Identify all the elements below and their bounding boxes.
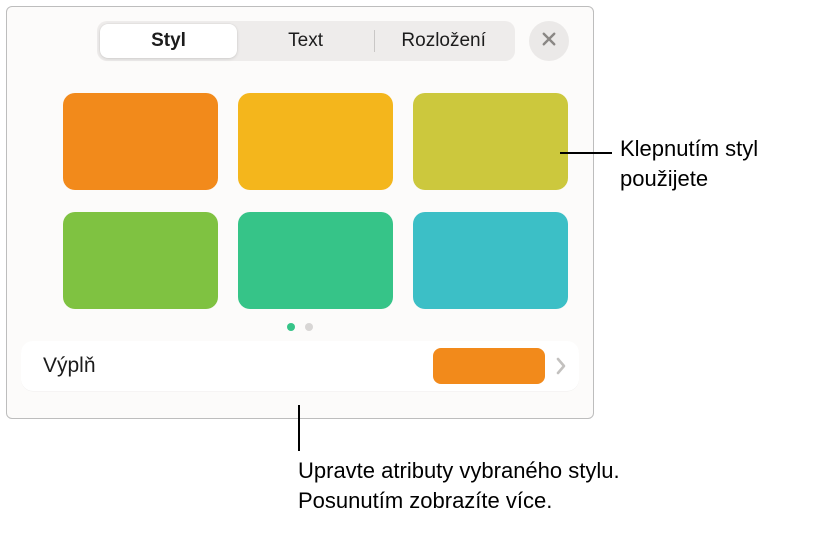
panel-header: Styl Text Rozložení [7, 7, 593, 71]
fill-color-preview [433, 348, 545, 384]
style-swatch-5[interactable] [238, 212, 393, 309]
callout-line [298, 405, 300, 451]
fill-row[interactable]: Výplň [21, 341, 579, 391]
chevron-right-icon [555, 357, 567, 375]
close-button[interactable] [529, 21, 569, 61]
style-swatch-3[interactable] [413, 93, 568, 190]
callout-edit-attributes: Upravte atributy vybraného stylu. Posunu… [298, 456, 678, 515]
style-swatch-1[interactable] [63, 93, 218, 190]
style-swatch-4[interactable] [63, 212, 218, 309]
style-swatch-2[interactable] [238, 93, 393, 190]
callout-apply-style: Klepnutím styl použijete [620, 134, 825, 193]
style-swatch-6[interactable] [413, 212, 568, 309]
style-swatch-grid [7, 71, 593, 309]
format-panel: Styl Text Rozložení Výplň [6, 6, 594, 419]
tab-style[interactable]: Styl [100, 24, 237, 58]
fill-label: Výplň [43, 354, 433, 378]
tab-text[interactable]: Text [237, 24, 374, 58]
close-icon [540, 30, 558, 53]
callout-line [560, 152, 612, 154]
pager-dot-active[interactable] [287, 323, 295, 331]
pager-dot-inactive[interactable] [305, 323, 313, 331]
tab-layout[interactable]: Rozložení [375, 24, 512, 58]
tab-segmented-control: Styl Text Rozložení [97, 21, 515, 61]
page-indicator [7, 323, 593, 331]
